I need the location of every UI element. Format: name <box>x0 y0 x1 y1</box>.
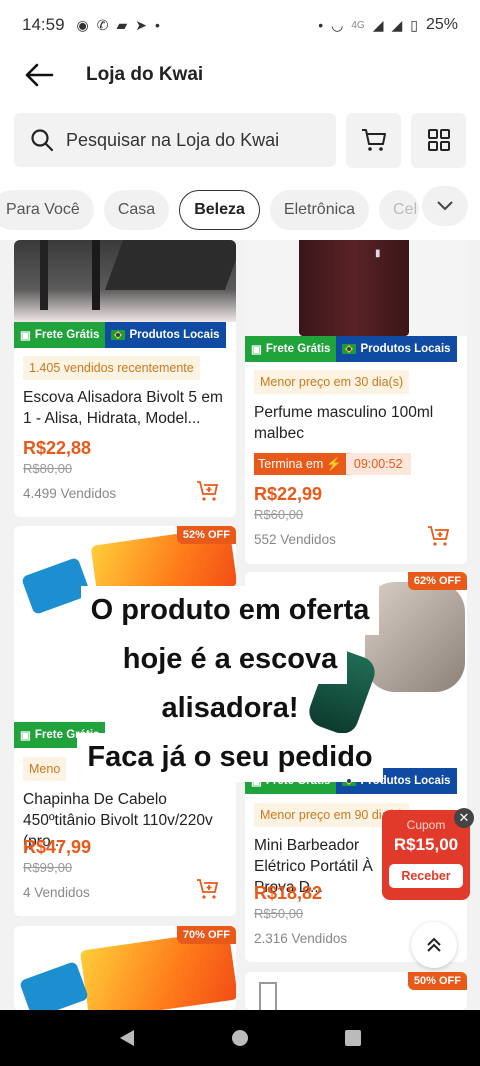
double-chevron-up-icon <box>427 937 441 952</box>
product-old-price: R$50,00 <box>254 906 304 921</box>
timer-value: 09:00:52 <box>345 453 411 475</box>
product-old-price: R$99,00 <box>23 860 73 875</box>
coupon-value: R$15,00 <box>393 835 459 854</box>
tab-para-voce[interactable]: Para Você <box>0 190 94 230</box>
free-shipping-badge: ▣Frete Grátis <box>245 336 337 362</box>
search-placeholder: Pesquisar na Loja do Kwai <box>66 129 280 150</box>
discount-badge: 70% OFF <box>176 926 236 944</box>
battery-icon: ▯ <box>410 16 418 33</box>
tab-beleza[interactable]: Beleza <box>179 190 260 230</box>
countdown-timer: Termina em ⚡ 09:00:52 <box>254 453 411 475</box>
nav-back-icon[interactable] <box>118 1029 136 1047</box>
dot-icon: • <box>155 17 160 33</box>
scroll-to-top-button[interactable] <box>411 922 457 968</box>
product-sold-count: 4.499 Vendidos <box>23 486 117 501</box>
local-products-badge: Produtos Locais <box>105 322 226 348</box>
add-to-cart-icon[interactable] <box>196 480 220 502</box>
discount-badge: 62% OFF <box>407 572 467 590</box>
caption-line: hoje é a escova <box>112 635 348 684</box>
product-badges: ▣Frete Grátis Produtos Locais <box>245 336 457 362</box>
status-bar: 14:59 ◉ ✆ ▰ ➤ • • ◡ 4G ◢ ◢ ▯ 25% <box>0 0 480 50</box>
box-icon: ▣ <box>251 344 262 356</box>
product-price: R$22,88 <box>23 438 92 458</box>
brazil-flag-icon <box>342 344 357 354</box>
box-icon: ▣ <box>20 730 31 742</box>
product-old-price: R$60,00 <box>254 507 304 522</box>
notification-icons: ◉ ✆ ▰ ➤ • <box>77 17 160 34</box>
local-products-badge: Produtos Locais <box>336 336 457 362</box>
app-header: Loja do Kwai <box>0 50 480 100</box>
product-sold-count: 552 Vendidos <box>254 532 336 547</box>
close-icon[interactable]: ✕ <box>454 808 474 828</box>
discount-badge: 52% OFF <box>176 526 236 544</box>
status-time: 14:59 <box>22 15 65 34</box>
product-card[interactable]: 50% OFF <box>245 972 467 1010</box>
signal-icon: ◢ <box>372 16 384 33</box>
nav-recents-icon[interactable] <box>344 1029 362 1047</box>
back-arrow-icon[interactable] <box>22 58 56 92</box>
product-old-price: R$80,00 <box>23 461 73 476</box>
product-image <box>14 240 236 322</box>
product-card[interactable]: ▮ ▣ Frete Grátis Produtos Locais Menor pr… <box>245 240 467 564</box>
add-to-cart-icon[interactable] <box>427 525 451 547</box>
video-caption-overlay: O produto em oferta hoje é a escova alis… <box>50 586 410 782</box>
product-price: R$47,99 <box>23 837 92 857</box>
product-price: R$18,82 <box>254 883 323 903</box>
tab-casa[interactable]: Casa <box>103 190 170 230</box>
product-price: R$22,99 <box>254 484 323 504</box>
lightning-icon: ⚡ <box>326 456 342 471</box>
cart-button[interactable] <box>346 112 401 168</box>
discount-badge: 50% OFF <box>407 972 467 990</box>
coupon-title: Cupom <box>406 818 446 832</box>
nav-home-icon[interactable] <box>231 1029 249 1047</box>
cart-icon <box>361 129 386 151</box>
caption-line: O produto em oferta <box>80 586 380 635</box>
product-sold-count: 4 Vendidos <box>23 885 90 900</box>
wifi-icon: ◡ <box>331 16 344 33</box>
add-to-cart-icon[interactable] <box>196 878 220 900</box>
search-icon <box>31 129 54 152</box>
category-tabs: Para Você Casa Beleza Eletrônica Cel <box>0 180 480 240</box>
product-name: Escova Alisadora Bivolt 5 em 1 - Alisa, … <box>23 389 223 427</box>
product-image: ▮ <box>245 240 467 336</box>
telegram-icon: ➤ <box>135 16 148 33</box>
dot-icon: • <box>318 17 324 33</box>
chat-icon: ▰ <box>116 16 128 33</box>
sales-hint: 1.405 vendidos recentemente <box>23 356 200 380</box>
box-icon: ▣ <box>20 330 31 342</box>
product-sold-count: 2.316 Vendidos <box>254 931 348 946</box>
caption-line: Faca já o seu pedido <box>77 733 383 782</box>
free-shipping-badge: ▣Frete Grátis <box>14 322 106 348</box>
receive-coupon-button[interactable]: Receber <box>389 864 463 888</box>
page-title: Loja do Kwai <box>86 64 204 85</box>
chevron-down-icon <box>437 201 453 211</box>
brazil-flag-icon <box>111 330 126 340</box>
search-row: Pesquisar na Loja do Kwai <box>0 100 480 180</box>
signal-icon: ◢ <box>391 16 403 33</box>
product-card[interactable]: 70% OFF <box>14 926 236 1010</box>
product-name: Perfume masculino 100ml malbec <box>254 404 434 442</box>
tab-eletronica[interactable]: Eletrônica <box>269 190 370 230</box>
tab-celulares[interactable]: Cel <box>379 190 420 230</box>
lowest-price-hint: Menor preço em 30 dia(s) <box>254 370 410 394</box>
caption-line: alisadora! <box>151 684 309 733</box>
product-card[interactable]: ▣ Frete Grátis Produtos Locais 1.405 vend… <box>14 240 236 517</box>
network-label: 4G <box>351 19 365 31</box>
system-navigation-bar <box>0 1010 480 1066</box>
product-badges: ▣Frete Grátis Produtos Locais <box>14 322 226 348</box>
target-icon: ◉ <box>76 16 89 33</box>
search-input[interactable]: Pesquisar na Loja do Kwai <box>14 113 336 167</box>
whatsapp-icon: ✆ <box>96 16 109 33</box>
battery-level: 25% <box>425 16 458 33</box>
expand-categories-button[interactable] <box>422 186 468 226</box>
categories-grid-button[interactable] <box>411 112 466 168</box>
grid-icon <box>427 129 450 151</box>
